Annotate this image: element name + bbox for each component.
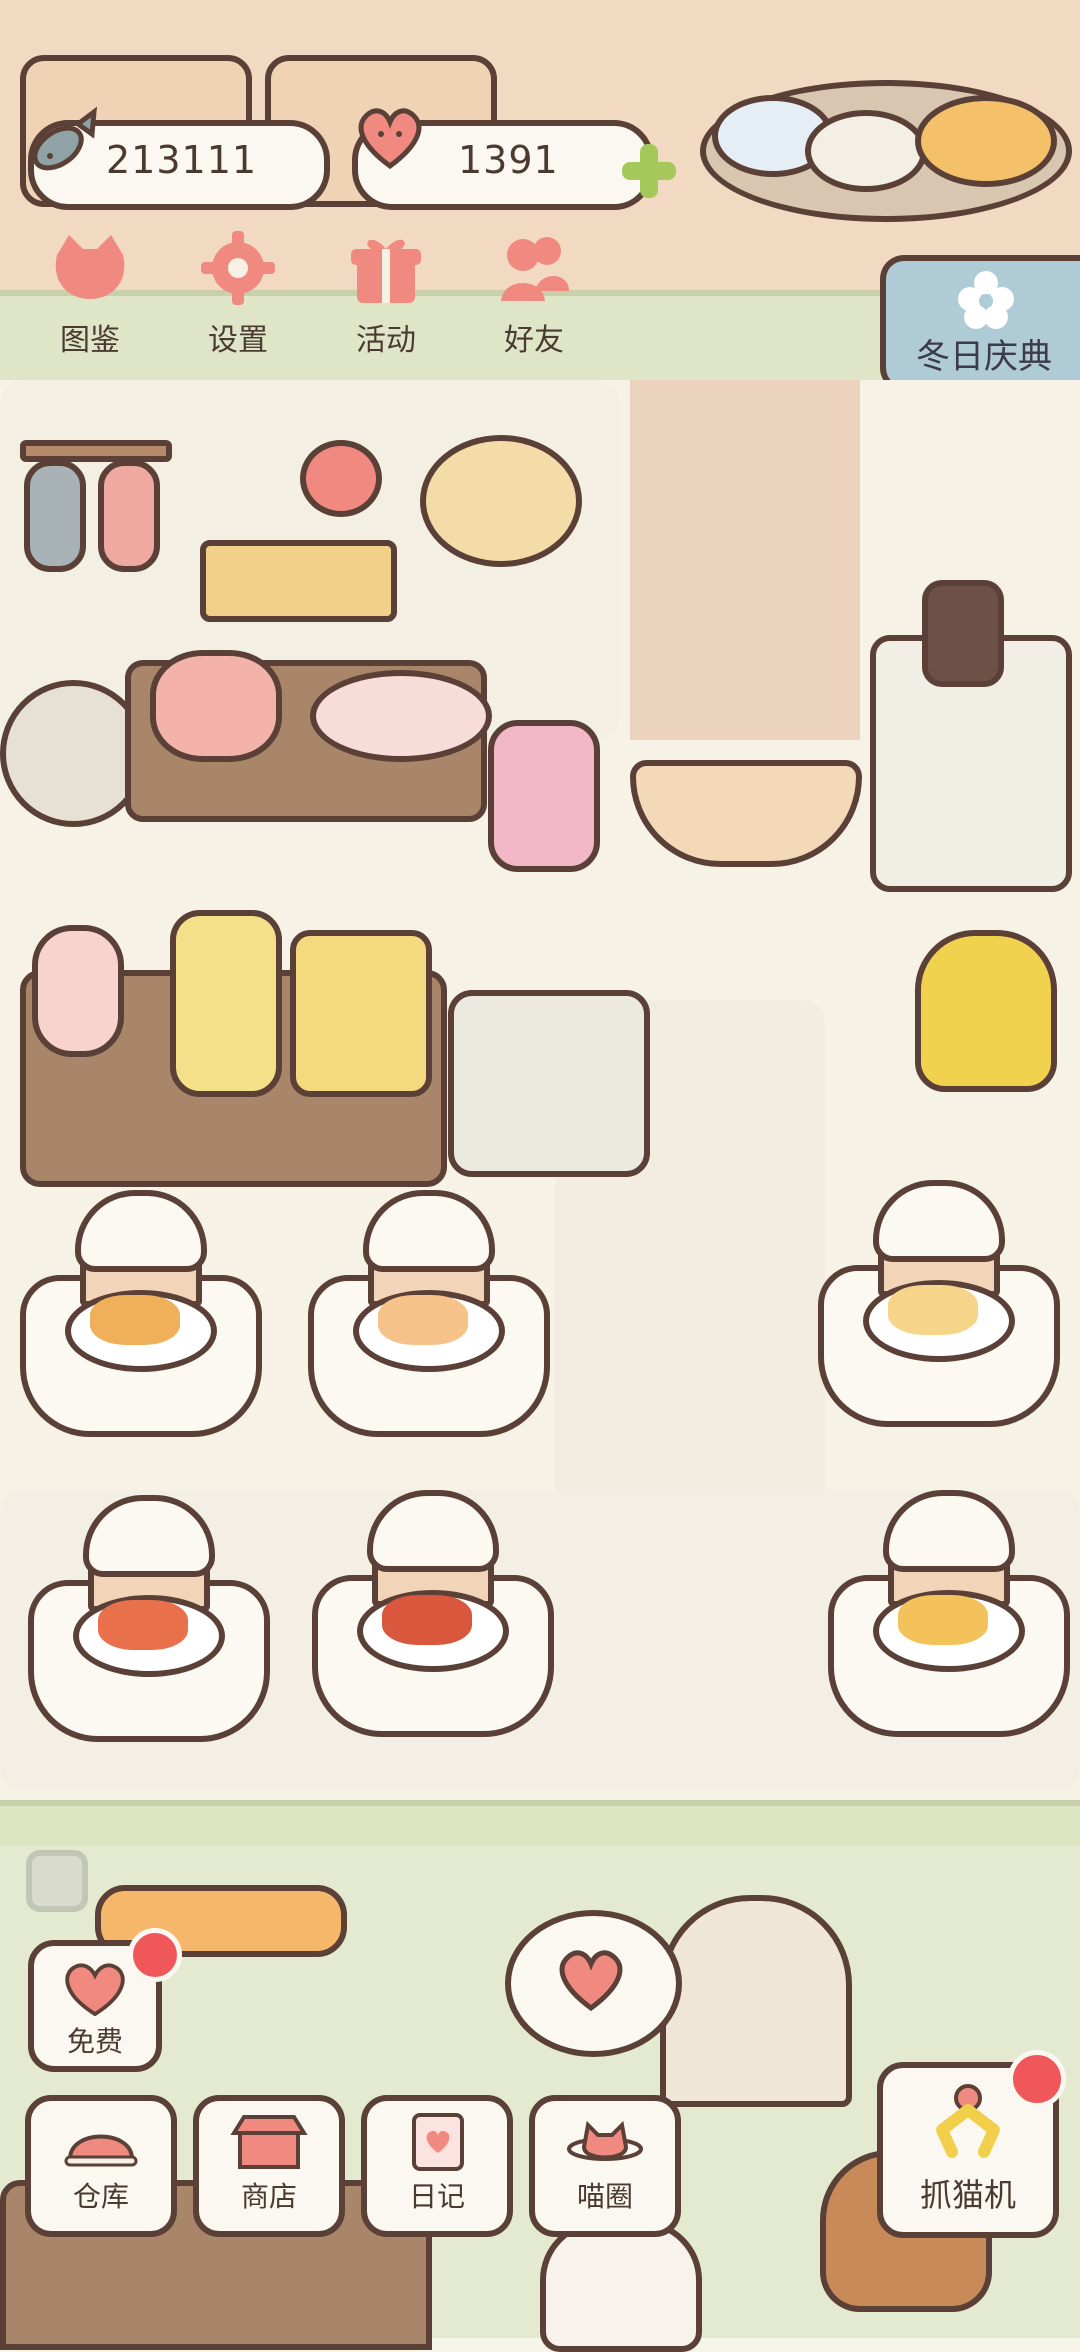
omelette-icon <box>888 1285 978 1335</box>
winter-festival-banner[interactable]: 冬日庆典 <box>880 255 1080 392</box>
fish-currency-counter: 213111 <box>28 106 330 210</box>
snowflake-icon <box>958 271 1014 329</box>
cat-circle-label: 喵圈 <box>576 2180 633 2213</box>
leaf-wall-plate <box>420 435 582 567</box>
frying-pan-icon <box>310 670 492 762</box>
cat-head-icon <box>47 225 133 311</box>
dining-table-5[interactable] <box>312 1490 554 1737</box>
cat-circle-button[interactable]: 喵圈 <box>529 2095 681 2237</box>
dining-table-3[interactable] <box>818 1180 1060 1427</box>
speech-bubble[interactable] <box>505 1910 682 2057</box>
utensil-rack <box>20 440 172 462</box>
menu-settings[interactable]: 设置 <box>178 225 298 358</box>
gear-icon <box>195 225 281 311</box>
fish-icon <box>32 106 97 171</box>
ladle-icon <box>24 460 86 572</box>
chef-hat-icon <box>75 1190 207 1272</box>
chef-hat-icon <box>363 1190 495 1272</box>
chef-hat-icon <box>83 1495 215 1577</box>
dining-table-4[interactable] <box>28 1495 270 1742</box>
blender-icon <box>170 910 282 1097</box>
heart-cat-icon <box>358 108 422 170</box>
shop-window <box>660 1895 852 2107</box>
notification-badge <box>128 1928 182 1982</box>
diary-button[interactable]: 日记 <box>361 2095 513 2237</box>
shop-button[interactable]: 商店 <box>193 2095 345 2237</box>
noodle-bowl-icon <box>915 95 1057 187</box>
cat-planet-icon <box>566 2113 644 2171</box>
oil-lamp-icon <box>32 925 124 1057</box>
chef-hat-icon <box>367 1490 499 1572</box>
flower-icon <box>300 440 382 517</box>
fried-chicken-icon <box>90 1295 180 1345</box>
hyacinth-plant <box>488 720 600 872</box>
claw-icon <box>928 2080 1008 2166</box>
gift-icon <box>343 225 429 311</box>
diary-label: 日记 <box>408 2180 465 2213</box>
lobster-dish-icon <box>382 1595 472 1645</box>
rice-cooker-icon <box>150 650 282 762</box>
heart-cat-icon <box>56 1958 134 2017</box>
menu-collection[interactable]: 图鉴 <box>30 225 150 358</box>
cat-customer[interactable] <box>540 2220 702 2352</box>
menu-collection-label: 图鉴 <box>60 323 120 358</box>
storage-label: 仓库 <box>72 2180 129 2213</box>
dining-table-6[interactable] <box>828 1490 1070 1737</box>
dining-table-2[interactable] <box>308 1190 550 1437</box>
menu-friends[interactable]: 好友 <box>474 225 594 358</box>
heart-cat-icon <box>559 1950 623 2012</box>
cloud-save-icon[interactable] <box>26 1850 88 1912</box>
claw-machine-label: 抓猫机 <box>919 2176 1016 2214</box>
free-reward-label: 免费 <box>66 2025 123 2058</box>
tulip-plant <box>915 930 1057 1092</box>
fish-count: 213111 <box>106 138 258 182</box>
braised-dish-icon <box>98 1600 188 1650</box>
fries-basket-icon <box>898 1595 988 1645</box>
menu-settings-label: 设置 <box>208 323 268 358</box>
kitchen-scale-icon <box>290 930 432 1097</box>
chef-hat-icon <box>873 1180 1005 1262</box>
shop-label: 商店 <box>240 2180 297 2213</box>
dome-icon <box>62 2113 140 2171</box>
spice-shelf[interactable] <box>200 540 397 622</box>
toaster-oven[interactable] <box>448 990 650 1177</box>
heart-count: 1391 <box>458 138 559 182</box>
store-icon <box>230 2113 308 2171</box>
heart-currency-counter: 1391 <box>352 108 654 210</box>
chef-hat-icon <box>883 1490 1015 1572</box>
notification-badge <box>1008 2050 1066 2108</box>
spatula-icon <box>98 460 160 572</box>
menu-events[interactable]: 活动 <box>326 225 446 358</box>
noodle-plate-icon <box>378 1295 468 1345</box>
plus-icon[interactable] <box>618 140 680 202</box>
festival-label: 冬日庆典 <box>916 337 1052 377</box>
menu-events-label: 活动 <box>356 323 416 358</box>
menu-friends-label: 好友 <box>504 323 564 358</box>
friends-icon <box>491 225 577 311</box>
fish-dish-icon <box>805 110 927 192</box>
storage-button[interactable]: 仓库 <box>25 2095 177 2237</box>
dining-table-1[interactable] <box>20 1190 262 1437</box>
cotton-vase-icon <box>922 580 1004 687</box>
notebook-icon <box>398 2113 476 2171</box>
doorway <box>630 380 860 740</box>
